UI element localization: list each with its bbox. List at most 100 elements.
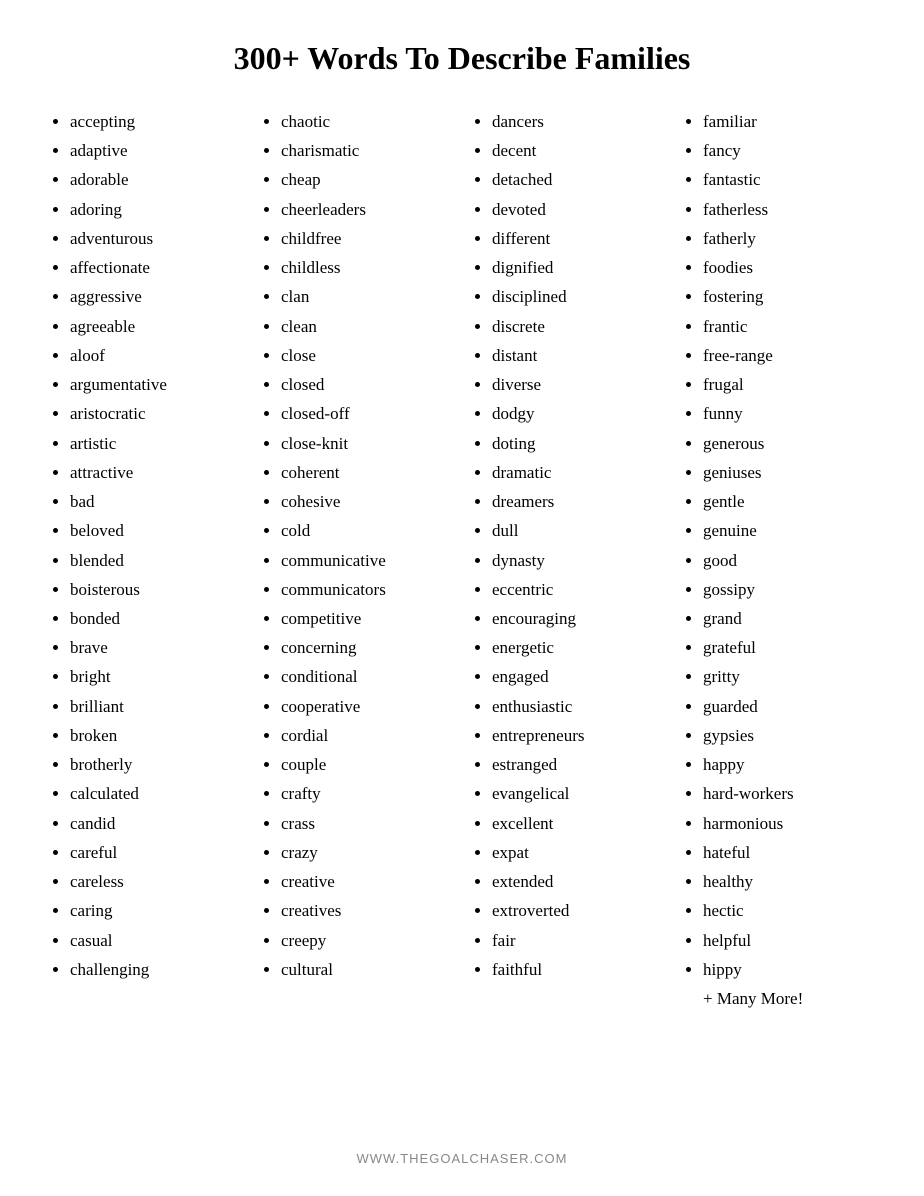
list-item: distant bbox=[492, 341, 663, 370]
list-item: creative bbox=[281, 867, 452, 896]
word-list-3: dancersdecentdetacheddevoteddifferentdig… bbox=[472, 107, 663, 984]
list-item: funny bbox=[703, 399, 874, 428]
list-item: bad bbox=[70, 487, 241, 516]
list-item: discrete bbox=[492, 312, 663, 341]
list-item: blended bbox=[70, 546, 241, 575]
list-item: close-knit bbox=[281, 429, 452, 458]
word-list-1: acceptingadaptiveadorableadoringadventur… bbox=[50, 107, 241, 984]
footer: WWW.THEGOALCHASER.COM bbox=[357, 1151, 568, 1176]
list-item: frantic bbox=[703, 312, 874, 341]
list-item: crafty bbox=[281, 779, 452, 808]
list-item: foodies bbox=[703, 253, 874, 282]
list-item: gypsies bbox=[703, 721, 874, 750]
list-item: communicative bbox=[281, 546, 452, 575]
list-item: challenging bbox=[70, 955, 241, 984]
list-item: evangelical bbox=[492, 779, 663, 808]
list-item: argumentative bbox=[70, 370, 241, 399]
list-item: candid bbox=[70, 809, 241, 838]
list-item: aggressive bbox=[70, 282, 241, 311]
list-item: brotherly bbox=[70, 750, 241, 779]
list-item: grateful bbox=[703, 633, 874, 662]
list-item: decent bbox=[492, 136, 663, 165]
list-item: hippy bbox=[703, 955, 874, 984]
list-item: gossipy bbox=[703, 575, 874, 604]
list-item: fatherly bbox=[703, 224, 874, 253]
more-label: + Many More! bbox=[683, 984, 874, 1013]
list-item: accepting bbox=[70, 107, 241, 136]
list-item: guarded bbox=[703, 692, 874, 721]
list-item: fancy bbox=[703, 136, 874, 165]
list-item: happy bbox=[703, 750, 874, 779]
list-item: dreamers bbox=[492, 487, 663, 516]
list-item: cordial bbox=[281, 721, 452, 750]
column-1: acceptingadaptiveadorableadoringadventur… bbox=[40, 107, 251, 1121]
list-item: different bbox=[492, 224, 663, 253]
list-item: clan bbox=[281, 282, 452, 311]
list-item: conditional bbox=[281, 662, 452, 691]
list-item: chaotic bbox=[281, 107, 452, 136]
list-item: excellent bbox=[492, 809, 663, 838]
list-item: beloved bbox=[70, 516, 241, 545]
columns-container: acceptingadaptiveadorableadoringadventur… bbox=[40, 107, 884, 1121]
list-item: cheap bbox=[281, 165, 452, 194]
list-item: close bbox=[281, 341, 452, 370]
list-item: dancers bbox=[492, 107, 663, 136]
list-item: casual bbox=[70, 926, 241, 955]
list-item: cohesive bbox=[281, 487, 452, 516]
word-list-2: chaoticcharismaticcheapcheerleaderschild… bbox=[261, 107, 452, 984]
list-item: harmonious bbox=[703, 809, 874, 838]
list-item: affectionate bbox=[70, 253, 241, 282]
list-item: dynasty bbox=[492, 546, 663, 575]
list-item: childfree bbox=[281, 224, 452, 253]
column-4: familiarfancyfantasticfatherlessfatherly… bbox=[673, 107, 884, 1121]
list-item: dodgy bbox=[492, 399, 663, 428]
list-item: charismatic bbox=[281, 136, 452, 165]
list-item: grand bbox=[703, 604, 874, 633]
list-item: disciplined bbox=[492, 282, 663, 311]
column-3: dancersdecentdetacheddevoteddifferentdig… bbox=[462, 107, 673, 1121]
list-item: crass bbox=[281, 809, 452, 838]
list-item: dull bbox=[492, 516, 663, 545]
list-item: detached bbox=[492, 165, 663, 194]
list-item: faithful bbox=[492, 955, 663, 984]
word-list-4: familiarfancyfantasticfatherlessfatherly… bbox=[683, 107, 874, 984]
list-item: concerning bbox=[281, 633, 452, 662]
list-item: cultural bbox=[281, 955, 452, 984]
list-item: clean bbox=[281, 312, 452, 341]
list-item: adaptive bbox=[70, 136, 241, 165]
list-item: closed bbox=[281, 370, 452, 399]
list-item: dignified bbox=[492, 253, 663, 282]
list-item: careless bbox=[70, 867, 241, 896]
list-item: competitive bbox=[281, 604, 452, 633]
list-item: agreeable bbox=[70, 312, 241, 341]
list-item: fatherless bbox=[703, 195, 874, 224]
list-item: boisterous bbox=[70, 575, 241, 604]
list-item: hectic bbox=[703, 896, 874, 925]
page-title: 300+ Words To Describe Families bbox=[234, 40, 691, 77]
list-item: coherent bbox=[281, 458, 452, 487]
list-item: generous bbox=[703, 429, 874, 458]
list-item: engaged bbox=[492, 662, 663, 691]
list-item: bonded bbox=[70, 604, 241, 633]
list-item: expat bbox=[492, 838, 663, 867]
list-item: brilliant bbox=[70, 692, 241, 721]
list-item: couple bbox=[281, 750, 452, 779]
list-item: calculated bbox=[70, 779, 241, 808]
list-item: broken bbox=[70, 721, 241, 750]
list-item: healthy bbox=[703, 867, 874, 896]
list-item: aloof bbox=[70, 341, 241, 370]
list-item: cooperative bbox=[281, 692, 452, 721]
list-item: childless bbox=[281, 253, 452, 282]
list-item: fostering bbox=[703, 282, 874, 311]
list-item: helpful bbox=[703, 926, 874, 955]
list-item: caring bbox=[70, 896, 241, 925]
list-item: good bbox=[703, 546, 874, 575]
list-item: familiar bbox=[703, 107, 874, 136]
list-item: free-range bbox=[703, 341, 874, 370]
list-item: fantastic bbox=[703, 165, 874, 194]
list-item: fair bbox=[492, 926, 663, 955]
list-item: dramatic bbox=[492, 458, 663, 487]
list-item: adventurous bbox=[70, 224, 241, 253]
list-item: communicators bbox=[281, 575, 452, 604]
list-item: energetic bbox=[492, 633, 663, 662]
